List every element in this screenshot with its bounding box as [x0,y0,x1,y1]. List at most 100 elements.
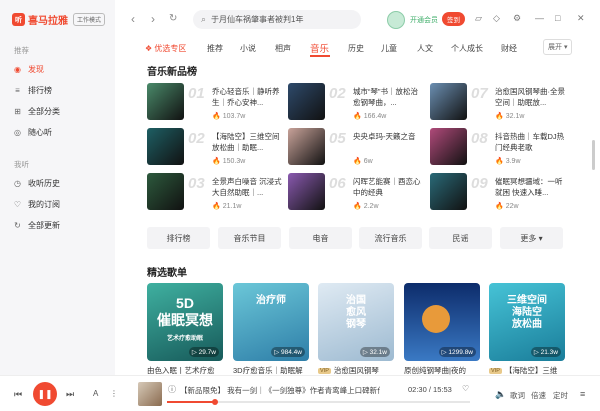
chart-item-title[interactable]: 城市“琴”书｜放松治愈钢琴曲，... [353,86,425,108]
now-playing-title[interactable]: 【新品限免】 我有一剑｜《一剑独尊》作者青鸾峰上口碑新作｜有声 [180,385,380,396]
progress-bar[interactable] [167,399,470,405]
tab-kids[interactable]: 儿童 [381,43,397,54]
timer-button[interactable]: 定时 [553,390,568,401]
chart-item[interactable]: 02 【海陆空】三维空间放松曲｜助眠... 🔥 150.3w [147,128,287,176]
tab-crosstalk[interactable]: 相声 [275,43,291,54]
chart-item-title[interactable]: 治愈国风钢琴曲·全景空间｜助眠放... [495,86,567,108]
chart-item-rank: 08 [471,130,488,147]
speed-button[interactable]: 倍速 [531,390,546,401]
like-icon[interactable]: ♡ [462,384,469,393]
ai-icon[interactable]: A [93,389,98,398]
vip-link[interactable]: 开通会员 [410,15,438,25]
next-icon[interactable]: ⏭ [66,389,74,400]
chart-item-cover[interactable] [288,128,325,165]
chart-item-cover[interactable] [430,128,467,165]
playlist-card[interactable]: 5D 催眠冥想 艺术疗愈助眠 ▷ 29.7w 由色入眠丨艺术疗愈 [147,283,223,376]
skin-icon[interactable]: ◇ [493,13,500,24]
chart-item[interactable]: 07 治愈国风钢琴曲·全景空间｜助眠放... 🔥 32.1w [430,83,570,131]
lyrics-button[interactable]: 歌词 [510,390,525,401]
app-logo[interactable]: 听 喜马拉雅 工作模式 [12,12,106,27]
chart-item-title[interactable]: 催眠冥想疆域：一听就困 快速入睡... [495,176,567,198]
chart-item-cover[interactable] [430,83,467,120]
tab-featured[interactable]: ❖ 优选专区 [145,43,186,54]
sidebar-item-radio[interactable]: ◎ 随心听 [13,127,52,138]
refresh-icon[interactable]: ↻ [169,13,177,24]
playlist-icon[interactable]: ≡ [580,389,585,399]
chart-item-cover[interactable] [147,173,184,210]
chart-item[interactable]: 09 催眠冥想疆域：一听就困 快速入睡... 🔥 22w [430,173,570,221]
playlist-cover[interactable]: 治疗师 ▷ 984.4w [233,283,309,361]
now-playing-cover[interactable] [138,382,162,406]
playlist-cover[interactable]: 5D 催眠冥想 艺术疗愈助眠 ▷ 29.7w [147,283,223,361]
settings-icon[interactable]: ⚙ [513,13,521,24]
playlist-play-count: ▷ 984.4w [271,347,305,357]
chart-item-title[interactable]: 乔心轻音乐｜静听养生｜乔心安神... [212,86,284,108]
previous-icon[interactable]: ⏮ [14,389,22,400]
checkin-button[interactable]: 签到 [442,12,465,26]
chart-item[interactable]: 05 央央卓玛-天籁之音 🔥 6w [288,128,428,176]
playlist-cover[interactable]: 治国 愈风 钢琴 ▷ 32.1w [318,283,394,361]
chart-item-title[interactable]: 全景声白噪音 沉浸式大自然助眠｜... [212,176,284,198]
sidebar-item-updates[interactable]: ↻ 全部更新 [13,220,60,231]
back-icon[interactable]: ‹ [131,12,135,26]
chart-item-title[interactable]: 闪晖艺能赛｜酉恋心中的经典 [353,176,425,198]
scrollbar[interactable] [592,140,595,170]
playlist-cover-text: 三维空间 海陆空 放松曲 [507,295,547,330]
maximize-icon[interactable]: □ [555,13,560,23]
chart-item[interactable]: 08 抖音热曲｜车载DJ热门经典老歌 🔥 3.9w [430,128,570,176]
playlist-card[interactable]: 治疗师 ▷ 984.4w 3D疗愈音乐｜助眠解 [233,283,309,376]
chart-item-cover[interactable] [288,173,325,210]
chart-item-cover[interactable] [288,83,325,120]
playlist-card[interactable]: ▷ 1299.8w 原创纯钢琴曲|夜的 [404,283,480,376]
playlist-cover[interactable]: 三维空间 海陆空 放松曲 ▷ 21.3w [489,283,565,361]
minimize-icon[interactable]: — [535,13,544,23]
chart-item[interactable]: 06 闪晖艺能赛｜酉恋心中的经典 🔥 2.2w [288,173,428,221]
sidebar-item-history[interactable]: ◷ 收听历史 [13,178,60,189]
tab-recommend[interactable]: 推荐 [207,43,223,54]
playlist-cover[interactable]: ▷ 1299.8w [404,283,480,361]
sidebar-item-subscriptions[interactable]: ♡ 我的订阅 [13,199,60,210]
expand-tabs-button[interactable]: 展开 ▾ [543,39,573,55]
progress-handle[interactable] [211,399,218,405]
work-mode-badge[interactable]: 工作模式 [73,13,106,26]
message-icon[interactable]: ▱ [475,13,482,24]
category-button[interactable]: 电音 [289,227,352,249]
sidebar: 听 喜马拉雅 工作模式 推荐 ◉ 发现 ≡ 排行榜 ⊞ 全部分类 ◎ 随心听 我… [0,0,115,375]
info-icon[interactable]: ⓘ [168,384,176,395]
chart-item-cover[interactable] [430,173,467,210]
fire-icon: 🔥 [495,158,504,165]
chart-item-cover[interactable] [147,83,184,120]
category-button[interactable]: 排行榜 [147,227,210,249]
pause-button[interactable]: ❚❚ [33,382,57,406]
chart-item-title[interactable]: 央央卓玛-天籁之音 [353,131,425,142]
tab-growth[interactable]: 个人成长 [451,43,483,54]
category-button[interactable]: 音乐节目 [218,227,281,249]
category-button[interactable]: 流行音乐 [359,227,422,249]
chart-item-title[interactable]: 【海陆空】三维空间放松曲｜助眠... [212,131,284,153]
category-button[interactable]: 更多 ▾ [500,227,563,249]
sidebar-item-charts[interactable]: ≡ 排行榜 [13,85,52,96]
chart-item-title[interactable]: 抖音热曲｜车载DJ热门经典老歌 [495,131,567,153]
search-input[interactable]: ⌕ 于月仙车祸肇事者被判1年 [193,10,361,29]
chart-item[interactable]: 03 全景声白噪音 沉浸式大自然助眠｜... 🔥 21.1w [147,173,287,221]
chart-item[interactable]: 01 乔心轻音乐｜静听养生｜乔心安神... 🔥 103.7w [147,83,287,131]
avatar[interactable] [387,11,405,29]
volume-icon[interactable]: 🔈 [495,389,506,400]
chart-item-cover[interactable] [147,128,184,165]
tab-music[interactable]: 音乐 [310,41,329,55]
playlist-card[interactable]: 治国 愈风 钢琴 ▷ 32.1w VIP 治愈国风钢琴 [318,283,394,376]
sidebar-item-discover[interactable]: ◉ 发现 [13,64,44,75]
playlist-card[interactable]: 三维空间 海陆空 放松曲 ▷ 21.3w VIP 【海陆空】三维 [489,283,565,376]
close-icon[interactable]: ✕ [577,13,585,24]
tab-novel[interactable]: 小说 [240,43,256,54]
vip-tag: VIP [489,367,502,374]
chart-item[interactable]: 02 城市“琴”书｜放松治愈钢琴曲，... 🔥 166.4w [288,83,428,131]
tab-finance[interactable]: 财经 [501,43,517,54]
sidebar-item-categories[interactable]: ⊞ 全部分类 [13,106,60,117]
category-button[interactable]: 民谣 [429,227,492,249]
forward-icon[interactable]: › [151,12,155,26]
tab-humanities[interactable]: 人文 [417,43,433,54]
list-icon[interactable]: ⋮ [110,389,118,398]
progress-fill [167,401,215,403]
tab-history[interactable]: 历史 [348,43,364,54]
